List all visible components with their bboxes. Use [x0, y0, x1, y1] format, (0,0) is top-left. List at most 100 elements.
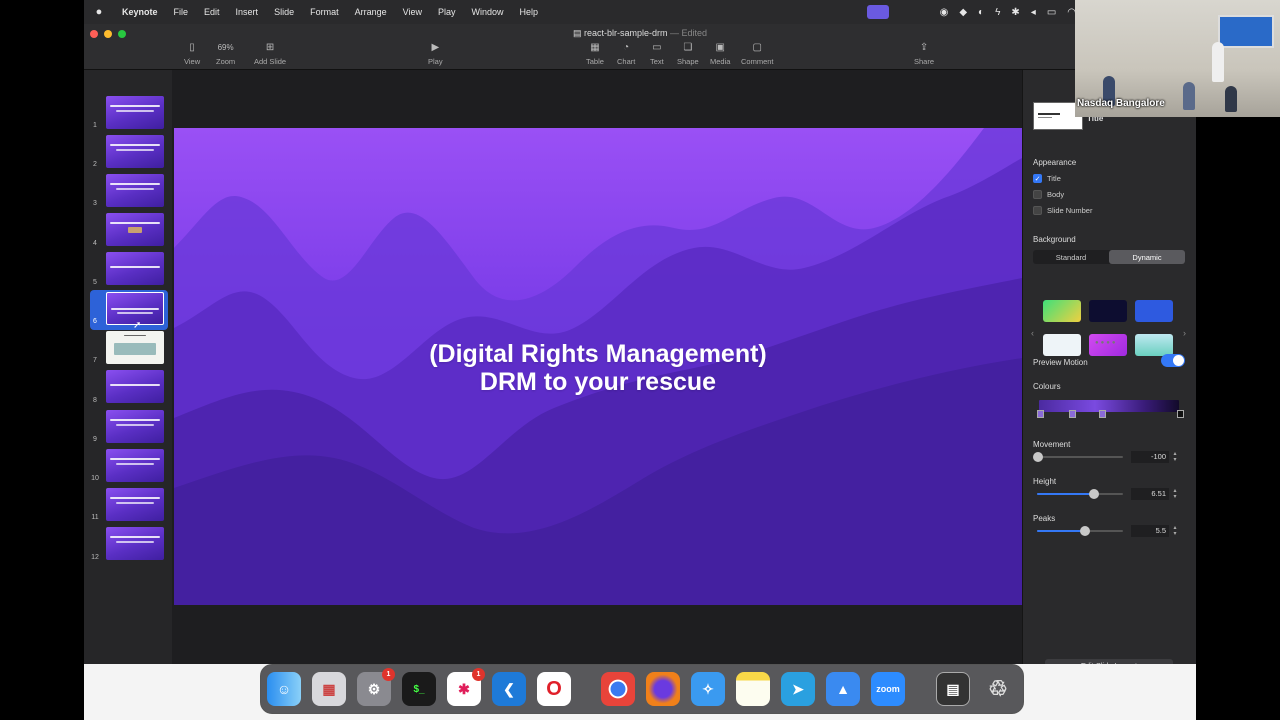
- document-icon: ▤: [572, 28, 582, 38]
- height-stepper[interactable]: ▴ ▾: [1171, 488, 1179, 500]
- firefox-icon[interactable]: [646, 672, 680, 706]
- menu-view[interactable]: View: [395, 7, 430, 17]
- background-swatch[interactable]: [1135, 334, 1173, 356]
- trash-icon[interactable]: ♲: [981, 672, 1015, 706]
- slide-title[interactable]: (Digital Rights Management) DRM to your …: [174, 340, 1022, 396]
- menu-app-name[interactable]: Keynote: [114, 7, 166, 17]
- menu-edit[interactable]: Edit: [196, 7, 228, 17]
- slide-thumbnail[interactable]: [106, 488, 164, 521]
- slide-thumbnail[interactable]: [106, 527, 164, 560]
- movement-value[interactable]: -100: [1131, 451, 1169, 463]
- peaks-stepper[interactable]: ▴ ▾: [1171, 525, 1179, 537]
- comment-icon: ▢: [752, 42, 762, 53]
- terminal-icon[interactable]: $_: [402, 672, 436, 706]
- menu-format[interactable]: Format: [302, 7, 347, 17]
- peaks-slider-fill: [1037, 530, 1081, 532]
- comment-button[interactable]: ▢ Comment: [741, 42, 774, 66]
- movement-slider[interactable]: [1037, 456, 1123, 458]
- chrome-icon[interactable]: [601, 672, 635, 706]
- page-dots[interactable]: ●●●●: [1095, 340, 1118, 346]
- battery-icon[interactable]: ▭: [1047, 7, 1056, 18]
- dynamic-tab[interactable]: Dynamic: [1109, 250, 1185, 264]
- slide-thumbnail[interactable]: [106, 96, 164, 129]
- slide-number: 1: [93, 122, 97, 129]
- drive-icon[interactable]: ◆: [959, 7, 967, 18]
- table-button[interactable]: ▦ Table: [586, 42, 604, 66]
- slide-thumbnail[interactable]: [106, 213, 164, 246]
- opera-icon[interactable]: O: [537, 672, 571, 706]
- zoom-menu[interactable]: 69% Zoom: [216, 42, 235, 66]
- menu-slide[interactable]: Slide: [266, 7, 302, 17]
- background-swatch[interactable]: [1135, 300, 1173, 322]
- text-button[interactable]: ▭ Text: [650, 42, 664, 66]
- chart-button[interactable]: ◔ Chart: [617, 42, 635, 66]
- bluetooth-icon[interactable]: ✱: [1011, 7, 1019, 18]
- menu-play[interactable]: Play: [430, 7, 464, 17]
- system-settings-icon[interactable]: ⚙ 1: [357, 668, 395, 706]
- slide-thumbnail[interactable]: [106, 410, 164, 443]
- menu-help[interactable]: Help: [512, 7, 547, 17]
- keynote-icon[interactable]: ▲: [826, 672, 860, 706]
- slack-icon[interactable]: ✱ 1: [447, 668, 485, 706]
- current-slide[interactable]: (Digital Rights Management) DRM to your …: [174, 128, 1022, 605]
- zoom-app-icon[interactable]: zoom: [871, 672, 905, 706]
- table-icon: ▦: [590, 42, 600, 53]
- slide-thumbnail[interactable]: [106, 135, 164, 168]
- colour-stop[interactable]: [1177, 410, 1184, 418]
- colour-stop[interactable]: [1099, 410, 1106, 418]
- shape-button[interactable]: ❏ Shape: [677, 42, 699, 66]
- peaks-value[interactable]: 5.5: [1131, 525, 1169, 537]
- share-icon: ⇪: [919, 42, 929, 53]
- menu-file[interactable]: File: [166, 7, 197, 17]
- slide-thumbnail[interactable]: [106, 252, 164, 285]
- recent-document-icon[interactable]: ▤: [936, 672, 970, 706]
- share-button[interactable]: ⇪ Share: [914, 42, 934, 66]
- height-label: Height: [1033, 477, 1057, 486]
- settings-badge: 1: [382, 668, 395, 681]
- slide-thumbnail[interactable]: [106, 174, 164, 207]
- title-checkbox[interactable]: ✓ Title: [1033, 174, 1061, 183]
- camera-icon[interactable]: ◉: [940, 7, 949, 18]
- menu-insert[interactable]: Insert: [228, 7, 267, 17]
- movement-slider-knob[interactable]: [1033, 452, 1043, 462]
- chevron-right-icon[interactable]: ›: [1183, 328, 1186, 338]
- height-slider-knob[interactable]: [1089, 489, 1099, 499]
- notes-icon[interactable]: [736, 672, 770, 706]
- background-swatch[interactable]: [1043, 334, 1081, 356]
- background-swatch[interactable]: [1089, 300, 1127, 322]
- vpn-icon[interactable]: ◐: [978, 7, 984, 18]
- body-checkbox[interactable]: Body: [1033, 190, 1064, 199]
- finder-icon[interactable]: ☺: [267, 672, 301, 706]
- preview-motion-toggle[interactable]: [1161, 354, 1185, 367]
- add-slide-button[interactable]: ⊞ Add Slide: [254, 42, 286, 66]
- colour-stop[interactable]: [1069, 410, 1076, 418]
- slide-number-checkbox[interactable]: Slide Number: [1033, 206, 1092, 215]
- speaker-icon[interactable]: ◂: [1031, 7, 1036, 18]
- telegram-icon[interactable]: ➤: [781, 672, 815, 706]
- background-swatch[interactable]: [1043, 300, 1081, 322]
- menu-window[interactable]: Window: [464, 7, 512, 17]
- play-button[interactable]: ▶ Play: [428, 42, 443, 66]
- slide-thumbnail[interactable]: [106, 331, 164, 364]
- colour-stop[interactable]: [1037, 410, 1044, 418]
- launchpad-icon[interactable]: ▦: [312, 672, 346, 706]
- view-button[interactable]: ▯ View: [184, 42, 200, 66]
- media-button[interactable]: ▣ Media: [710, 42, 730, 66]
- apple-menu-icon[interactable]: ●: [84, 6, 114, 18]
- movement-stepper[interactable]: ▴ ▾: [1171, 451, 1179, 463]
- chevron-left-icon[interactable]: ‹: [1031, 328, 1034, 338]
- peaks-slider-knob[interactable]: [1080, 526, 1090, 536]
- standard-tab[interactable]: Standard: [1033, 250, 1109, 264]
- slide-number: 4: [93, 240, 97, 247]
- bolt-icon[interactable]: ϟ: [995, 7, 1000, 18]
- chart-icon: ◔: [623, 42, 630, 53]
- height-value[interactable]: 6.51: [1131, 488, 1169, 500]
- safari-icon[interactable]: ✧: [691, 672, 725, 706]
- colour-gradient-bar[interactable]: [1039, 400, 1179, 412]
- screen-record-icon[interactable]: [866, 5, 889, 19]
- menu-arrange[interactable]: Arrange: [347, 7, 395, 17]
- format-inspector: Title Appearance ✓ Title Body Slide Numbe…: [1022, 70, 1196, 672]
- vscode-icon[interactable]: ❮: [492, 672, 526, 706]
- slide-thumbnail[interactable]: [106, 449, 164, 482]
- slide-thumbnail[interactable]: [106, 370, 164, 403]
